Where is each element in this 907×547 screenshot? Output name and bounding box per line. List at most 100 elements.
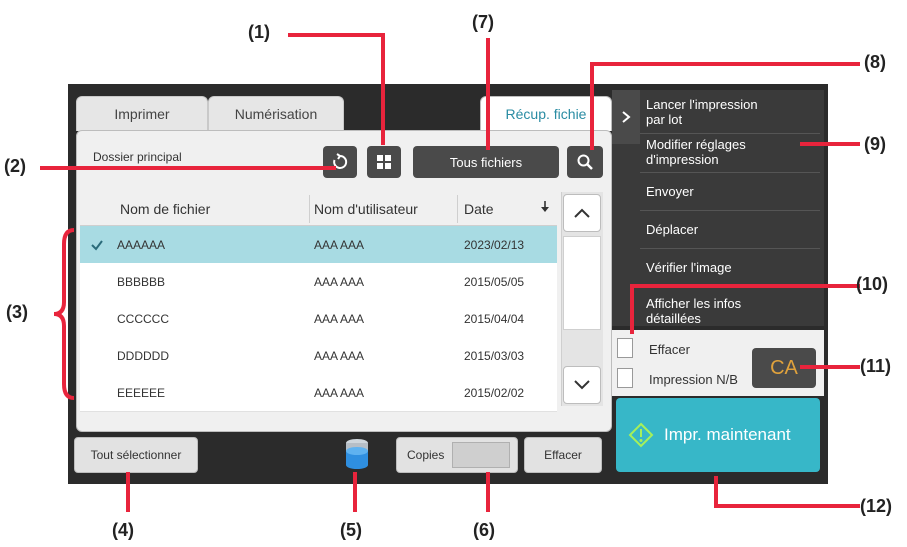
- date-cell: 2015/04/04: [464, 311, 525, 326]
- callout-label-8: (8): [864, 52, 886, 72]
- column-divider: [457, 195, 458, 223]
- tab-scan[interactable]: Numérisation: [208, 96, 344, 131]
- tab-scan-label: Numérisation: [234, 106, 318, 122]
- scroll-thumb[interactable]: [563, 236, 601, 330]
- move-button[interactable]: Déplacer: [646, 222, 698, 237]
- clear-button[interactable]: Effacer: [524, 437, 602, 473]
- copies-input[interactable]: [452, 442, 511, 468]
- bw-print-checkbox[interactable]: [617, 368, 633, 388]
- change-settings-label-line2: d'impression: [646, 152, 719, 167]
- callout-line-12: [714, 504, 860, 508]
- all-files-button[interactable]: Tous fichiers: [413, 146, 559, 178]
- menu-divider: [640, 248, 820, 249]
- tab-retrieve-label: Récup. fichie: [505, 106, 587, 122]
- batch-print-label-line2: par lot: [646, 112, 683, 127]
- callout-label-6: (6): [473, 520, 495, 540]
- table-row[interactable]: AAAAAA AAA AAA 2023/02/13: [80, 226, 557, 264]
- callout-label-9: (9): [864, 134, 886, 154]
- search-icon: [577, 154, 593, 170]
- batch-print-button[interactable]: Lancer l'impression par lot: [646, 97, 758, 127]
- column-header-filename[interactable]: Nom de fichier: [120, 192, 210, 226]
- all-files-label: Tous fichiers: [449, 154, 523, 170]
- filename-cell: AAAAAA: [117, 237, 166, 252]
- menu-divider: [640, 172, 820, 173]
- table-row[interactable]: EEEEEE AAA AAA 2015/02/02: [80, 374, 557, 412]
- column-header-date[interactable]: Date: [464, 192, 494, 226]
- callout-line-2: [40, 166, 336, 170]
- callout-line-6: [486, 472, 490, 512]
- select-all-label: Tout sélectionner: [90, 448, 182, 462]
- reload-button[interactable]: [323, 146, 357, 178]
- grid-icon: [377, 155, 391, 169]
- show-details-button[interactable]: Afficher les infos détaillées: [646, 296, 741, 326]
- username-cell: AAA AAA: [314, 311, 365, 326]
- change-print-settings-button[interactable]: Modifier réglages d'impression: [646, 137, 746, 167]
- callout-line-1: [288, 33, 384, 37]
- chevron-right-icon: [622, 111, 631, 123]
- date-cell: 2015/05/05: [464, 274, 525, 289]
- clear-label: Effacer: [544, 448, 582, 462]
- callout-label-7: (7): [472, 12, 494, 32]
- send-button[interactable]: Envoyer: [646, 184, 694, 199]
- username-cell: AAA AAA: [314, 237, 365, 252]
- callout-line-4: [126, 472, 130, 512]
- menu-divider: [640, 133, 820, 134]
- callout-label-11: (11): [860, 356, 892, 376]
- username-cell: AAA AAA: [314, 348, 365, 363]
- filename-cell: EEEEEE: [117, 385, 166, 400]
- sort-down-icon[interactable]: [540, 200, 550, 214]
- date-cell: 2015/02/02: [464, 385, 525, 400]
- callout-label-4: (4): [112, 520, 134, 540]
- batch-print-label-line1: Lancer l'impression: [646, 97, 758, 112]
- print-now-button[interactable]: Impr. maintenant: [616, 398, 820, 472]
- callout-line-9: [800, 142, 860, 146]
- callout-label-5: (5): [340, 520, 362, 540]
- column-divider: [309, 195, 310, 223]
- toner-icon: [342, 436, 372, 472]
- grid-view-button[interactable]: [367, 146, 401, 178]
- filename-cell: BBBBBB: [117, 274, 166, 289]
- panel-expand-button[interactable]: [612, 90, 640, 144]
- select-all-button[interactable]: Tout sélectionner: [74, 437, 198, 473]
- callout-line-5: [353, 472, 357, 512]
- callout-line-11: [800, 365, 860, 369]
- table-row[interactable]: DDDDDD AAA AAA 2015/03/03: [80, 337, 557, 375]
- callout-label-2: (2): [4, 156, 26, 176]
- delete-option-label: Effacer: [649, 342, 690, 357]
- username-cell: AAA AAA: [314, 385, 365, 400]
- scroll-down-button[interactable]: [563, 366, 601, 404]
- check-image-button[interactable]: Vérifier l'image: [646, 260, 732, 275]
- tab-print-label: Imprimer: [114, 106, 170, 122]
- filename-cell: CCCCCC: [117, 311, 169, 326]
- date-cell: 2023/02/13: [464, 237, 525, 252]
- chevron-down-icon: [574, 380, 590, 390]
- table-row[interactable]: BBBBBB AAA AAA 2015/05/05: [80, 263, 557, 301]
- scroll-up-button[interactable]: [563, 194, 601, 232]
- tab-print[interactable]: Imprimer: [76, 96, 208, 131]
- start-diamond-icon: [628, 422, 654, 448]
- chevron-up-icon: [574, 208, 590, 218]
- column-header-user[interactable]: Nom d'utilisateur: [314, 192, 418, 226]
- callout-line-8: [590, 62, 860, 66]
- delete-checkbox[interactable]: [617, 338, 633, 358]
- callout-line-10: [630, 284, 860, 288]
- callout-line-1: [381, 33, 385, 145]
- callout-brace-3: [34, 226, 78, 402]
- copies-label: Copies: [407, 448, 445, 462]
- copies-control[interactable]: Copies: [396, 437, 518, 473]
- callout-line-7: [486, 38, 490, 150]
- details-label-line2: détaillées: [646, 311, 701, 326]
- bw-print-option-label: Impression N/B: [649, 372, 738, 387]
- date-cell: 2015/03/03: [464, 348, 525, 363]
- print-now-label: Impr. maintenant: [664, 425, 791, 444]
- callout-line-8: [590, 62, 594, 150]
- username-cell: AAA AAA: [314, 274, 365, 289]
- table-row[interactable]: CCCCCC AAA AAA 2015/04/04: [80, 300, 557, 338]
- folder-label: Dossier principal: [93, 150, 182, 164]
- details-label-line1: Afficher les infos: [646, 296, 742, 311]
- search-button[interactable]: [567, 146, 603, 178]
- callout-line-10: [630, 284, 634, 334]
- callout-label-1: (1): [248, 22, 270, 42]
- change-settings-label-line1: Modifier réglages: [646, 137, 746, 152]
- callout-label-12: (12): [860, 496, 893, 516]
